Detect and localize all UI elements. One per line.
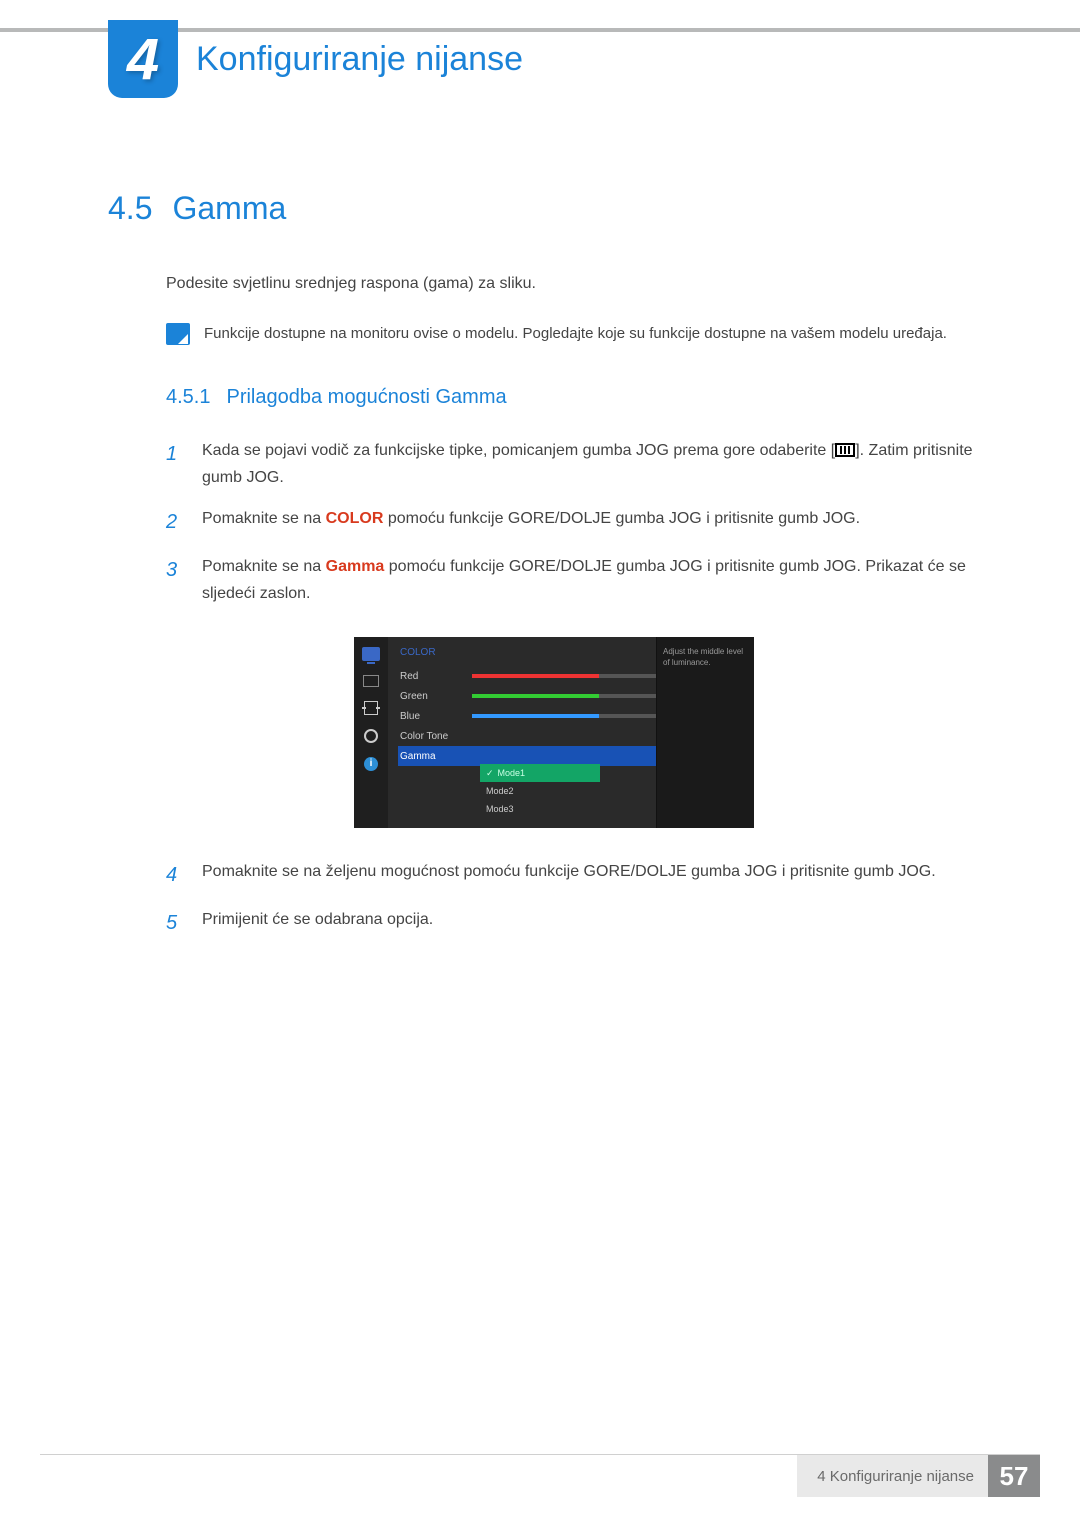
step-1: 1 Kada se pojavi vodič za funkcijske tip… (166, 437, 1000, 491)
gear-icon (364, 729, 378, 743)
monitor-icon (362, 647, 380, 661)
step-number: 1 (166, 437, 184, 491)
chapter-header: 4 Konfiguriranje nijanse (108, 20, 523, 98)
step-text: Pomaknite se na Gamma pomoću funkcije GO… (202, 553, 1000, 607)
gamma-mode3: Mode3 (480, 800, 600, 818)
note-icon (166, 323, 190, 345)
step-text: Pomaknite se na COLOR pomoću funkcije GO… (202, 505, 860, 539)
step-3: 3 Pomaknite se na Gamma pomoću funkcije … (166, 553, 1000, 607)
subsection-number: 4.5.1 (166, 386, 210, 409)
step-text: Pomaknite se na željenu mogućnost pomoću… (202, 858, 936, 892)
page-footer: 4 Konfiguriranje nijanse 57 (797, 1455, 1040, 1497)
step-text: Kada se pojavi vodič za funkcijske tipke… (202, 437, 1000, 491)
step-number: 3 (166, 553, 184, 607)
gamma-mode1: ✓Mode1 (480, 764, 600, 782)
keyword-gamma: Gamma (326, 558, 385, 575)
chapter-number: 4 (127, 26, 159, 93)
osd-description: Adjust the middle level of luminance. (656, 637, 754, 828)
page-number: 57 (988, 1455, 1040, 1497)
subsection-title: Prilagodba mogućnosti Gamma (226, 386, 506, 409)
chapter-number-box: 4 (108, 20, 178, 98)
step-number: 5 (166, 906, 184, 940)
section-number: 4.5 (108, 190, 152, 227)
step-4: 4 Pomaknite se na željenu mogućnost pomo… (166, 858, 1000, 892)
section-heading: 4.5 Gamma (108, 190, 1000, 227)
note-block: Funkcije dostupne na monitoru ovise o mo… (166, 323, 1000, 346)
footer-chapter-label: 4 Konfiguriranje nijanse (817, 1468, 988, 1485)
keyword-color: COLOR (326, 510, 384, 527)
info-icon: i (364, 757, 378, 771)
step-5: 5 Primijenit će se odabrana opcija. (166, 906, 1000, 940)
section-title: Gamma (172, 190, 286, 227)
menu-icon (835, 443, 855, 457)
osd-sidebar: i (354, 637, 388, 828)
list-icon (363, 675, 379, 687)
step-number: 4 (166, 858, 184, 892)
section-intro: Podesite svjetlinu srednjeg raspona (gam… (166, 275, 1000, 293)
step-2: 2 Pomaknite se na COLOR pomoću funkcije … (166, 505, 1000, 539)
resize-icon (364, 701, 378, 715)
gamma-mode2: Mode2 (480, 782, 600, 800)
gamma-submenu: ✓Mode1 Mode2 Mode3 (480, 764, 600, 818)
chapter-title: Konfiguriranje nijanse (196, 40, 523, 79)
osd-screenshot: i COLOR Red 50 Green 50 Blue 50 (354, 637, 754, 828)
subsection-heading: 4.5.1 Prilagodba mogućnosti Gamma (166, 386, 1000, 409)
step-number: 2 (166, 505, 184, 539)
check-icon: ✓ (486, 768, 494, 779)
note-text: Funkcije dostupne na monitoru ovise o mo… (204, 323, 947, 346)
step-text: Primijenit će se odabrana opcija. (202, 906, 433, 940)
